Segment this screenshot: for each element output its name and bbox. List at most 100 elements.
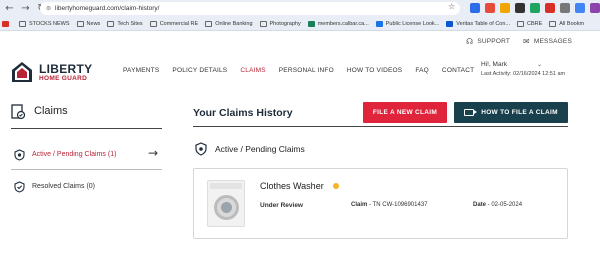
logo-wordmark: LIBERTY [39, 62, 93, 76]
extension-icon[interactable] [515, 3, 525, 13]
headset-icon: ☊ [466, 37, 474, 46]
extensions-bar [470, 3, 600, 13]
how-to-file-label: HOW TO FILE A CLAIM [481, 109, 558, 116]
bookmark-item[interactable]: STOCKS NEWS [19, 20, 70, 27]
folder-icon [76, 20, 84, 27]
bookmark-item[interactable]: CBRE [517, 20, 543, 27]
forward-icon[interactable]: → [19, 2, 32, 15]
claim-date-value: - 02-05-2024 [486, 202, 523, 208]
divider [11, 128, 162, 129]
folder-icon [107, 20, 115, 27]
nav-item-contact[interactable]: CONTACT [442, 67, 474, 74]
extension-icon[interactable] [590, 3, 600, 13]
bookmark-item[interactable]: members.calbar.ca... [307, 20, 369, 27]
bookmark-label: Photography [269, 20, 301, 27]
support-label: SUPPORT [477, 38, 511, 45]
bookmark-label: All Bookm [559, 20, 585, 27]
main-nav: PAYMENTS POLICY DETAILS CLAIMS PERSONAL INF… [123, 67, 474, 74]
folder-icon [149, 20, 157, 27]
extension-icon[interactable] [545, 3, 555, 13]
chevron-down-icon[interactable]: ⌄ [537, 61, 542, 68]
how-to-file-button[interactable]: HOW TO FILE A CLAIM [454, 102, 568, 123]
bookmark-item[interactable]: Public License Look... [375, 20, 439, 27]
extension-icon[interactable] [470, 3, 480, 13]
nav-item-how-to-videos[interactable]: HOW TO VIDEOS [347, 67, 402, 74]
bookmark-label: Veritas Table of Con... [456, 20, 510, 27]
url-text: libertyhomeguard.com/claim-history/ [55, 5, 160, 12]
file-new-claim-button[interactable]: FILE A NEW CLAIM [363, 102, 447, 123]
back-icon[interactable]: ← [3, 2, 16, 15]
bookmark-item[interactable]: Tech Sites [107, 20, 143, 27]
bookmark-item[interactable]: Veritas Table of Con... [446, 20, 510, 27]
support-link[interactable]: ☊ SUPPORT [466, 37, 510, 46]
bookmark-star-icon[interactable]: ☆ [448, 2, 455, 11]
favicon-icon [2, 20, 9, 27]
bookmark-item[interactable]: Online Banking [205, 20, 253, 27]
sidebar-item-label: Resolved Claims (0) [32, 183, 96, 190]
bookmarks-bar: STOCKS NEWS News Tech Sites Commercial RE On… [0, 17, 600, 31]
favicon-icon [375, 20, 383, 27]
liberty-logo[interactable]: LIBERTY HOME GUARD [11, 61, 95, 85]
house-logo-icon [12, 62, 32, 82]
messages-label: MESSAGES [533, 38, 572, 45]
bookmark-label: News [86, 20, 101, 27]
bookmark-item[interactable] [2, 20, 12, 27]
claim-card[interactable]: Clothes Washer Under Review Claim - TN C… [193, 168, 568, 239]
folder-icon [517, 20, 524, 27]
bookmark-item[interactable]: Photography [259, 20, 301, 27]
bookmark-label: members.calbar.ca... [317, 20, 369, 27]
washer-image [207, 180, 245, 227]
bookmark-label: Online Banking [215, 20, 253, 27]
sidebar-item-active-claims[interactable]: Active / Pending Claims (1) → [11, 145, 162, 165]
favicon-icon [446, 20, 454, 27]
nav-item-policy-details[interactable]: POLICY DETAILS [172, 67, 227, 74]
last-activity: Last Activity: 02/16/2024 12:51 am [481, 71, 566, 77]
claim-date: Date - 02-05-2024 [473, 202, 522, 208]
user-greeting: Hi!, Mark [481, 61, 507, 68]
folder-icon [549, 20, 557, 27]
logo-subtitle: HOME GUARD [39, 75, 88, 82]
bookmark-item[interactable]: Commercial RE [149, 20, 199, 27]
site-info-icon[interactable]: ⊜ [46, 5, 51, 12]
sidebar-title: Claims [34, 105, 68, 117]
messages-link[interactable]: ✉ MESSAGES [523, 37, 572, 46]
chat-icon: ✉ [523, 37, 530, 46]
claim-number-label: Claim [351, 202, 368, 208]
claims-doc-icon [11, 104, 25, 120]
arrow-right-icon: → [148, 146, 159, 160]
folder-icon [259, 20, 267, 27]
bookmark-label: Commercial RE [159, 20, 199, 27]
claim-date-label: Date [473, 202, 487, 208]
bookmark-label: Tech Sites [117, 20, 143, 27]
section-title: Active / Pending Claims [215, 144, 305, 154]
nav-item-faq[interactable]: FAQ [415, 67, 429, 74]
sidebar-item-label: Active / Pending Claims (1) [32, 151, 117, 158]
nav-item-personal-info[interactable]: PERSONAL INFO [279, 67, 334, 74]
claim-status: Under Review [260, 202, 303, 209]
bookmark-item[interactable]: News [76, 20, 101, 27]
folder-icon [205, 20, 213, 27]
extension-icon[interactable] [575, 3, 585, 13]
folder-icon [19, 20, 26, 27]
bookmark-item[interactable]: All Bookm [549, 20, 585, 27]
nav-item-claims[interactable]: CLAIMS [240, 67, 265, 74]
favicon-icon [307, 20, 315, 27]
claim-item-name: Clothes Washer [260, 181, 324, 191]
address-bar[interactable]: ⊜ libertyhomeguard.com/claim-history/ [40, 2, 460, 15]
extension-icon[interactable] [500, 3, 510, 13]
status-dot [333, 183, 339, 189]
bookmark-label: STOCKS NEWS [29, 20, 70, 27]
divider [193, 126, 568, 127]
user-menu[interactable]: Hi!, Mark ⌄ Last Activity: 02/16/2024 12… [481, 61, 565, 77]
divider [11, 169, 162, 170]
extension-icon[interactable] [485, 3, 495, 13]
extension-icon[interactable] [530, 3, 540, 13]
shield-icon [14, 149, 25, 161]
video-icon [464, 109, 478, 116]
sidebar-item-resolved-claims[interactable]: Resolved Claims (0) [11, 177, 162, 197]
bookmark-label: CBRE [527, 20, 543, 27]
claim-number-value: - TN CW-1096901437 [367, 202, 428, 208]
claim-number: Claim - TN CW-1096901437 [351, 202, 428, 208]
nav-item-payments[interactable]: PAYMENTS [123, 67, 159, 74]
extension-icon[interactable] [560, 3, 570, 13]
